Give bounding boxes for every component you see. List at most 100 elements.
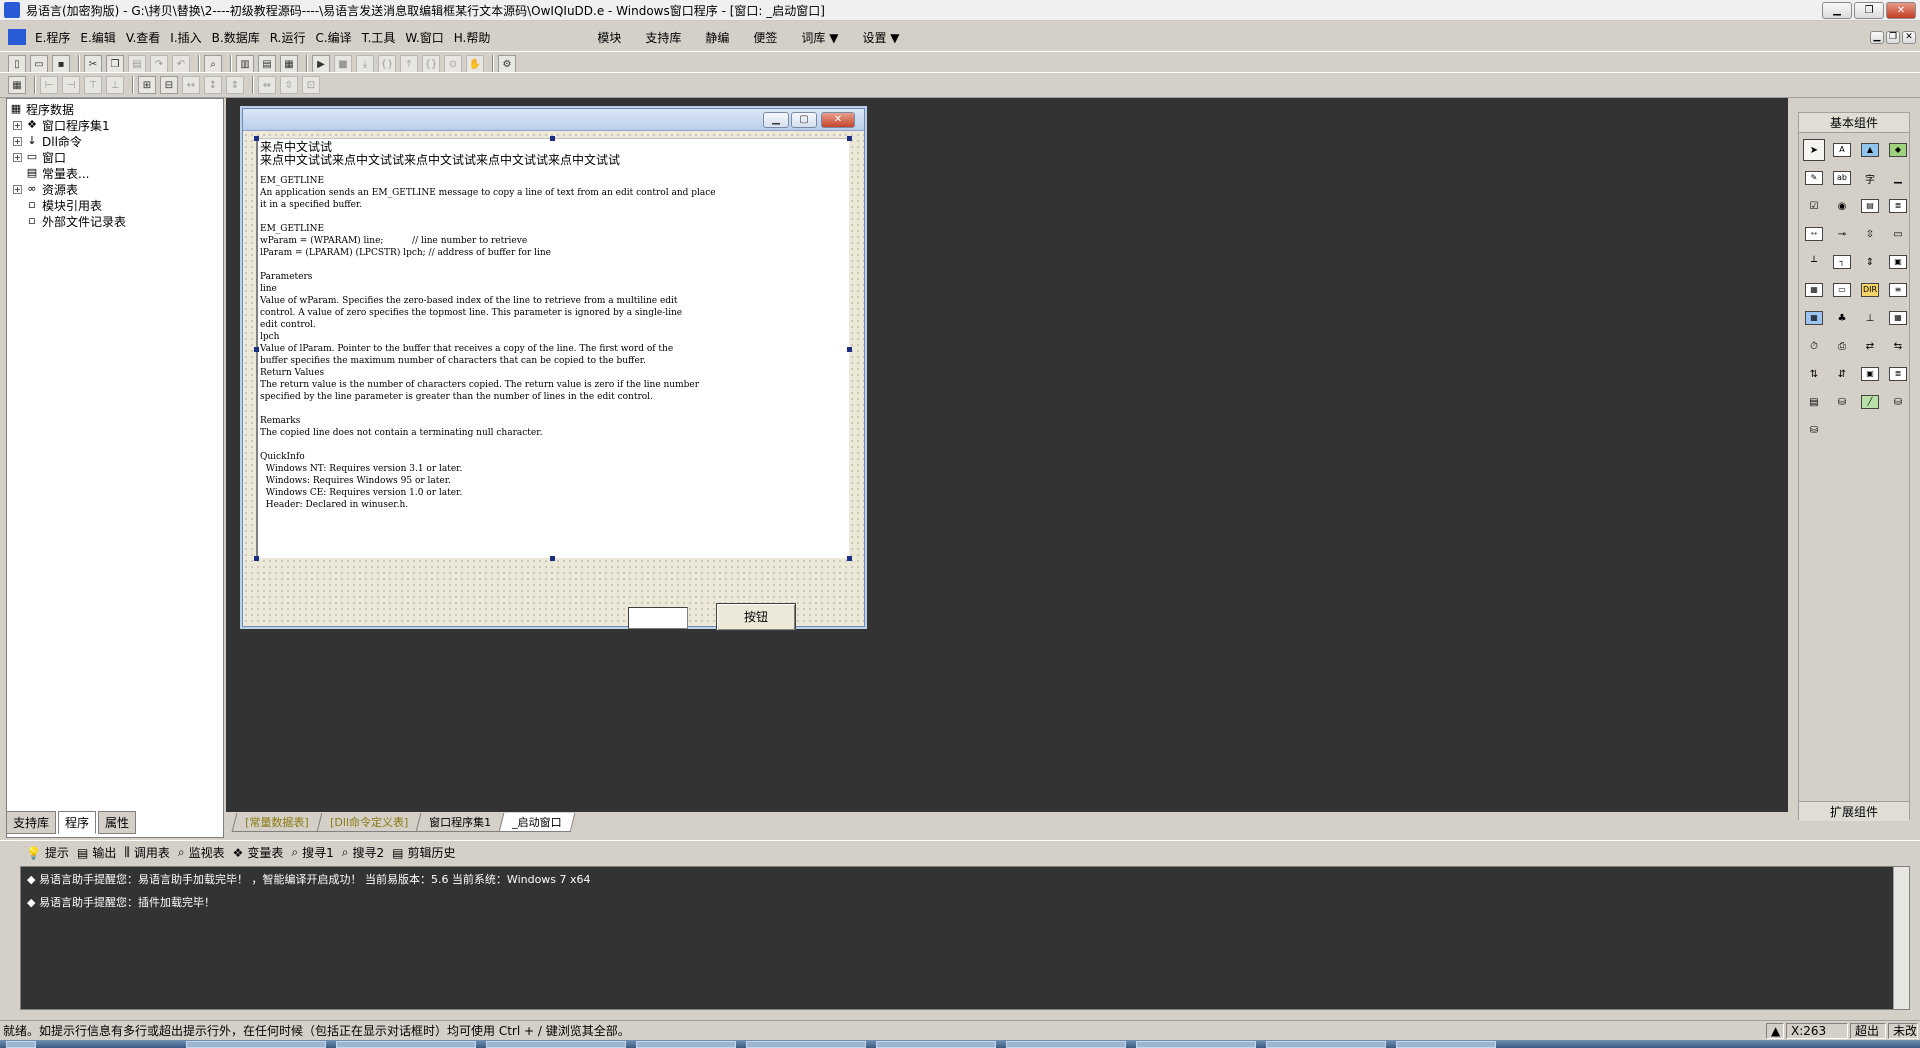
layout1-icon[interactable]: ▥ bbox=[236, 55, 254, 73]
tab-properties[interactable]: 属性 bbox=[98, 810, 137, 834]
resize-handle[interactable] bbox=[254, 347, 259, 352]
data-provider-icon[interactable]: ⇆ bbox=[1887, 335, 1909, 357]
center-v-icon[interactable]: ⊟ bbox=[160, 76, 178, 94]
tab-window-assembly[interactable]: 窗口程序集1 bbox=[415, 813, 505, 832]
status-bar-icon[interactable]: ▭ bbox=[1831, 279, 1853, 301]
tab-control-icon[interactable]: ▣ bbox=[1887, 251, 1909, 273]
minimize-button[interactable]: ▁ bbox=[1822, 2, 1852, 19]
form-text-input[interactable] bbox=[628, 607, 688, 629]
tree-item-window-assembly[interactable]: + ❖ 窗口程序集1 bbox=[13, 117, 110, 133]
tree-item-external-files[interactable]: ▫ 外部文件记录表 bbox=[25, 213, 126, 229]
group-box-icon[interactable]: ┐ bbox=[1831, 251, 1853, 273]
step-into-icon[interactable]: ⤓ bbox=[356, 55, 374, 73]
space-v-icon[interactable]: ↕ bbox=[204, 76, 222, 94]
edit-box[interactable]: 来点中文试试 来点中文试试来点中文试试来点中文试试来点中文试试来点中文试试 EM… bbox=[256, 138, 849, 558]
picture-box-icon[interactable]: ▲ bbox=[1859, 139, 1881, 161]
grid-icon[interactable]: ▦ bbox=[8, 76, 26, 94]
tree-item-window[interactable]: + ▭ 窗口 bbox=[13, 149, 66, 165]
form-designer-window[interactable]: ▁ ▢ ✕ 来点中文试试 来点中文试试来点中文试试来点中文试试来点中文试试来点中… bbox=[242, 108, 865, 631]
pointer-icon[interactable]: ➤ bbox=[1803, 139, 1825, 161]
calendar-icon[interactable]: ▦ bbox=[1887, 307, 1909, 329]
output-panel[interactable]: ◆ 易语言助手提醒您：易语言助手加载完毕！ ，智能编译开启成功！ 当前易版本：5… bbox=[20, 866, 1910, 1010]
run-to-cursor-icon[interactable]: {} bbox=[422, 55, 440, 73]
space-h-icon[interactable]: ↔ bbox=[182, 76, 200, 94]
tab-support-lib[interactable]: 支持库 bbox=[6, 810, 57, 834]
expander-icon[interactable]: + bbox=[13, 184, 22, 194]
folder-dialog-icon[interactable]: DIR bbox=[1859, 279, 1881, 301]
taskbar-item[interactable] bbox=[486, 1041, 626, 1048]
menu-edit[interactable]: E.编辑 bbox=[75, 29, 120, 46]
tab-hint[interactable]: 💡 提示 bbox=[26, 844, 69, 861]
menu-run[interactable]: R.运行 bbox=[265, 29, 311, 46]
grid-table-icon[interactable]: ▦ bbox=[1803, 279, 1825, 301]
font-picker-icon[interactable]: ♣ bbox=[1831, 307, 1853, 329]
tab-search2[interactable]: ⌕ 搜寻2 bbox=[342, 844, 384, 861]
tab-constant-data[interactable]: [常量数据表] bbox=[231, 813, 322, 832]
network-server-icon[interactable]: ⇵ bbox=[1831, 363, 1853, 385]
menu-thesaurus[interactable]: 词库 ▼ bbox=[789, 29, 850, 46]
copy-icon[interactable]: ❐ bbox=[106, 55, 124, 73]
list-box-icon[interactable]: ≣ bbox=[1887, 195, 1909, 217]
resize-handle[interactable] bbox=[847, 136, 852, 141]
menu-notes[interactable]: 便签 bbox=[741, 29, 789, 46]
taskbar-item[interactable] bbox=[186, 1041, 326, 1048]
tree-item-resources[interactable]: + ∞ 资源表 bbox=[13, 181, 78, 197]
menu-compile[interactable]: C.编译 bbox=[310, 29, 356, 46]
taskbar-item[interactable] bbox=[746, 1041, 866, 1048]
menu-settings[interactable]: 设置 ▼ bbox=[850, 29, 911, 46]
taskbar-item[interactable] bbox=[636, 1041, 736, 1048]
tree-root[interactable]: ▦ 程序数据 bbox=[9, 101, 74, 117]
stop-icon[interactable]: ■ bbox=[334, 55, 352, 73]
taskbar-item[interactable] bbox=[876, 1041, 996, 1048]
menu-static-compile[interactable]: 静编 bbox=[693, 29, 741, 46]
expander-icon[interactable]: + bbox=[13, 120, 22, 130]
chart-icon[interactable]: ╱ bbox=[1859, 391, 1881, 413]
undo-icon[interactable]: ↶ bbox=[172, 55, 190, 73]
tree-item-dll[interactable]: + ↓ Dll命令 bbox=[13, 133, 82, 149]
edit-box-icon[interactable]: ✎ bbox=[1803, 167, 1825, 189]
combo-box-icon[interactable]: ▤ bbox=[1859, 195, 1881, 217]
tree-item-constants[interactable]: ▤ 常量表... bbox=[25, 165, 90, 181]
line-icon[interactable]: ▁ bbox=[1887, 167, 1909, 189]
form-maximize-icon[interactable]: ▢ bbox=[791, 112, 817, 128]
radio-icon[interactable]: ◉ bbox=[1831, 195, 1853, 217]
align-right-icon[interactable]: ⊣ bbox=[62, 76, 80, 94]
taskbar-item[interactable] bbox=[1136, 1041, 1256, 1048]
db-table-icon[interactable]: ▤ bbox=[1803, 391, 1825, 413]
tab-startup-window[interactable]: _启动窗口 bbox=[498, 813, 575, 832]
shape-icon[interactable]: ◆ bbox=[1887, 139, 1909, 161]
menu-window[interactable]: W.窗口 bbox=[400, 29, 448, 46]
tab-output[interactable]: ▤ 输出 bbox=[77, 844, 116, 861]
color-picker-icon[interactable]: ▦ bbox=[1803, 307, 1825, 329]
taskbar-item[interactable] bbox=[336, 1041, 476, 1048]
close-button[interactable]: ✕ bbox=[1886, 2, 1916, 19]
mdi-close-icon[interactable]: ✕ bbox=[1902, 31, 1916, 44]
tab-watch[interactable]: ⌕ 监视表 bbox=[178, 844, 225, 861]
menu-help[interactable]: H.帮助 bbox=[449, 29, 496, 46]
find-icon[interactable]: ⌕ bbox=[204, 55, 222, 73]
resize-handle[interactable] bbox=[550, 136, 555, 141]
mdi-restore-icon[interactable]: ❐ bbox=[1886, 31, 1900, 44]
menu-program[interactable]: E.程序 bbox=[30, 29, 75, 46]
taskbar-item[interactable] bbox=[1396, 1041, 1496, 1048]
form-canvas[interactable]: 来点中文试试 来点中文试试来点中文试试来点中文试试来点中文试试来点中文试试 EM… bbox=[243, 132, 864, 631]
serial-port-icon[interactable]: ≣ bbox=[1887, 363, 1909, 385]
data-source-icon[interactable]: ⇄ bbox=[1859, 335, 1881, 357]
form-caption-bar[interactable]: ▁ ▢ ✕ bbox=[243, 109, 864, 131]
cut-icon[interactable]: ✂ bbox=[84, 55, 102, 73]
expander-icon[interactable]: + bbox=[13, 152, 22, 162]
tab-clip-history[interactable]: ▤ 剪辑历史 bbox=[392, 844, 455, 861]
basic-components-title[interactable]: 基本组件 bbox=[1799, 113, 1909, 133]
layout3-icon[interactable]: ▦ bbox=[280, 55, 298, 73]
extended-components-title[interactable]: 扩展组件 bbox=[1799, 801, 1909, 821]
step-out-icon[interactable]: ⤒ bbox=[400, 55, 418, 73]
tree-item-module-refs[interactable]: ▫ 模块引用表 bbox=[25, 197, 102, 213]
layout2-icon[interactable]: ▤ bbox=[258, 55, 276, 73]
odbc-source-icon[interactable]: ⛁ bbox=[1803, 419, 1825, 441]
output-scrollbar[interactable] bbox=[1893, 867, 1909, 1009]
menu-support-lib[interactable]: 支持库 bbox=[633, 29, 693, 46]
scrollbar-h-icon[interactable]: ⇿ bbox=[1803, 223, 1825, 245]
save-icon[interactable]: ▪ bbox=[52, 55, 70, 73]
paste-icon[interactable]: ▤ bbox=[128, 55, 146, 73]
taskbar-item[interactable] bbox=[1266, 1041, 1386, 1048]
